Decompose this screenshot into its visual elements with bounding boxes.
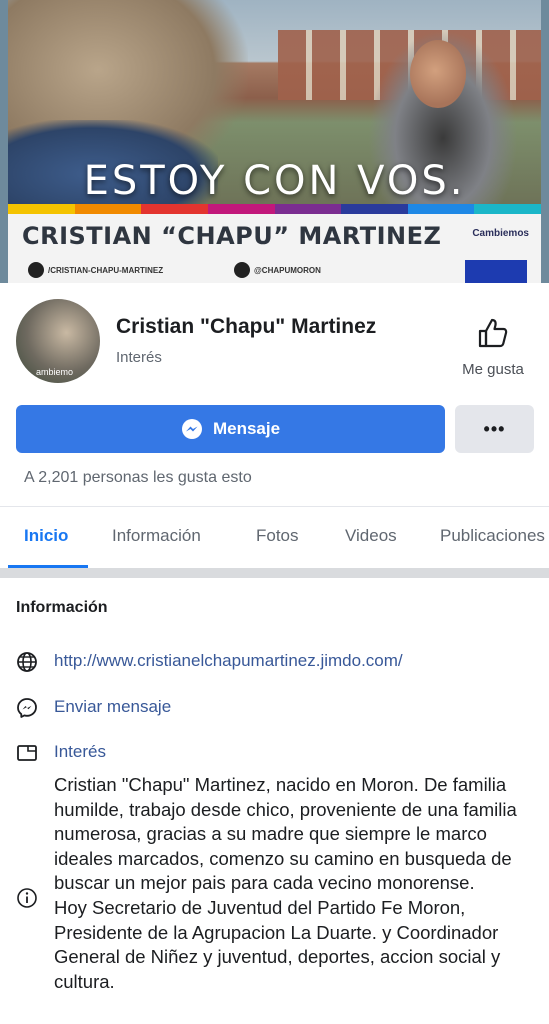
stripe-segment	[341, 204, 408, 214]
send-message-link[interactable]: Enviar mensaje	[54, 697, 171, 717]
twitter-icon	[234, 262, 250, 278]
category-link[interactable]: Interés	[54, 742, 106, 762]
messenger-outline-icon	[17, 698, 37, 718]
section-divider	[0, 568, 549, 578]
message-button[interactable]: Mensaje	[16, 405, 445, 453]
stripe-segment	[407, 204, 475, 214]
stripe-segment	[207, 204, 275, 214]
banner-facebook-handle: /CRISTIAN-CHAPU-MARTINEZ	[48, 265, 164, 275]
stripe-segment	[474, 204, 541, 214]
banner-social-facebook: /CRISTIAN-CHAPU-MARTINEZ	[28, 262, 163, 278]
globe-icon	[17, 652, 37, 672]
avatar[interactable]: ambiemo	[14, 297, 102, 385]
banner-name: CRISTIAN “CHAPU” MARTINEZ	[22, 222, 442, 250]
cambiemos-logo	[465, 260, 527, 283]
cover-slogan: ESTOY CON VOS.	[83, 158, 466, 204]
stripe-segment	[74, 204, 142, 214]
more-icon: •••	[483, 418, 506, 439]
about-description: Cristian "Chapu" Martinez, nacido en Mor…	[54, 774, 517, 992]
page-category: Interés	[116, 349, 162, 366]
like-label: Me gusta	[462, 361, 524, 378]
tab-fotos[interactable]: Fotos	[256, 526, 299, 546]
stripe-segment	[141, 204, 208, 214]
page-title: Cristian "Chapu" Martinez	[116, 315, 377, 338]
website-link[interactable]: http://www.cristianelchapumartinez.jimdo…	[54, 651, 403, 671]
page-tabs: Inicio Información Fotos Videos Publicac…	[0, 506, 549, 568]
stripe-segment	[8, 204, 75, 214]
info-heading: Información	[16, 599, 108, 616]
tab-publicaciones[interactable]: Publicaciones	[440, 526, 545, 546]
cover-color-stripe	[8, 204, 541, 214]
info-icon	[17, 888, 37, 908]
banner-brand: Cambiemos	[472, 228, 529, 239]
likes-count: A 2,201 personas les gusta esto	[24, 469, 252, 486]
cover-face	[410, 40, 466, 108]
facebook-icon	[28, 262, 44, 278]
banner-social-twitter: @CHAPUMORON	[234, 262, 321, 278]
stripe-segment	[274, 204, 342, 214]
tab-inicio[interactable]: Inicio	[24, 526, 68, 546]
like-button[interactable]: Me gusta	[452, 316, 534, 378]
banner-twitter-handle: @CHAPUMORON	[254, 265, 321, 275]
thumbs-up-icon	[478, 318, 508, 348]
tab-videos[interactable]: Videos	[345, 526, 397, 546]
tab-informacion[interactable]: Información	[112, 526, 201, 546]
message-button-label: Mensaje	[212, 419, 281, 438]
category-icon	[17, 745, 37, 761]
messenger-icon	[181, 419, 202, 439]
more-options-button[interactable]: •••	[455, 405, 534, 453]
cover-photo[interactable]: ESTOY CON VOS. CRISTIAN “CHAPU” MARTINEZ…	[0, 0, 549, 283]
cover-banner: CRISTIAN “CHAPU” MARTINEZ Cambiemos /CRI…	[8, 214, 541, 283]
avatar-caption: ambiemo	[36, 367, 74, 377]
